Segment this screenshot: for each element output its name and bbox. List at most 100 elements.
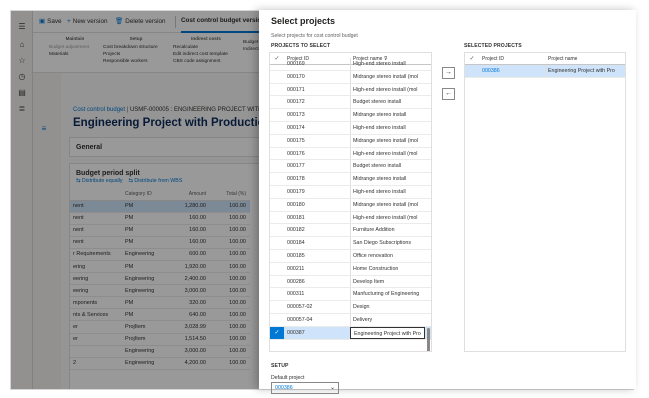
project-name-cell: High-end stereo install (mol xyxy=(353,150,418,157)
column-header-project-id[interactable]: Project ID xyxy=(479,53,545,64)
project-id-cell: 000180 xyxy=(287,201,305,208)
list-item[interactable]: 000173 Midrange stereo install xyxy=(270,109,431,122)
project-name-cell: Engineering Project with Pro xyxy=(548,68,615,74)
remove-selected-button[interactable]: ← xyxy=(442,88,455,100)
list-item[interactable]: 000179 High-end stereo install xyxy=(270,185,431,199)
project-name-cell: Midrange stereo install (mol xyxy=(353,73,419,80)
list-item[interactable]: 000057-02 Design xyxy=(270,301,431,314)
select-projects-dialog: Select projects Select projects for cost… xyxy=(259,10,636,394)
project-name-cell: Office renovation xyxy=(353,252,393,259)
list-item[interactable]: 000185 Office renovation xyxy=(270,249,431,263)
project-name-cell: High-end stereo install xyxy=(353,124,406,131)
row-checkbox[interactable] xyxy=(270,160,284,172)
list-item[interactable]: 000286 Develop Item xyxy=(270,275,431,289)
row-checkbox[interactable] xyxy=(270,301,284,313)
projects-to-select-header: PROJECTS TO SELECT xyxy=(271,43,331,49)
project-id-cell: 000386 xyxy=(482,68,500,74)
project-id-cell: 000181 xyxy=(287,214,305,221)
list-item[interactable]: 000184 San Diego Subscriptions xyxy=(270,237,431,250)
list-item[interactable]: 000174 High-end stereo install xyxy=(270,121,431,135)
project-id-cell: 000057-02 xyxy=(287,304,313,311)
project-id-cell: 000172 xyxy=(287,99,305,106)
row-checkbox[interactable] xyxy=(270,276,284,288)
list-item[interactable]: 000175 Midrange stereo install (mol xyxy=(270,134,431,148)
project-id-cell: 000184 xyxy=(287,240,305,247)
row-checkbox[interactable] xyxy=(270,212,284,224)
projects-to-select-rows: 000169 High-end stereo install 000170 Midra… xyxy=(270,58,431,340)
row-checkbox[interactable] xyxy=(270,288,284,300)
project-name-cell: Midrange stereo install xyxy=(353,112,407,119)
project-name-cell: Manfucturing of Engineering xyxy=(353,291,420,298)
dialog-subtitle: Select projects for cost control budget xyxy=(271,33,358,39)
project-name-cell: Engineering Project with Pro xyxy=(350,326,425,339)
add-selected-button[interactable]: → xyxy=(442,67,455,79)
project-name-cell: Furniture Addition xyxy=(353,227,395,234)
project-id-cell: 000176 xyxy=(287,150,305,157)
project-name-cell: Midrange stereo install xyxy=(353,176,407,183)
project-id-cell: 000177 xyxy=(287,163,305,170)
list-item[interactable]: 000211 Home Construction xyxy=(270,262,431,276)
list-item[interactable]: 000311 Manfucturing of Engineering xyxy=(270,288,431,302)
row-checkbox[interactable] xyxy=(270,224,284,236)
list-item[interactable]: 000182 Furniture Addition xyxy=(270,224,431,238)
project-id-cell: 000211 xyxy=(287,265,305,272)
list-item[interactable]: 000170 Midrange stereo install (mol xyxy=(270,70,431,84)
project-id-cell: 000387 xyxy=(287,329,305,336)
chevron-down-icon: ⌄ xyxy=(329,385,335,391)
row-checkbox[interactable] xyxy=(465,65,479,77)
row-checkbox[interactable] xyxy=(270,263,284,275)
row-checkbox[interactable] xyxy=(270,148,284,160)
list-item[interactable]: 000057-04 Delivery xyxy=(270,313,431,327)
project-name-cell: Budget stereo install xyxy=(353,99,401,106)
dialog-title: Select projects xyxy=(271,16,336,26)
selected-projects-header: SELECTED PROJECTS xyxy=(464,43,522,49)
project-id-cell: 000182 xyxy=(287,227,305,234)
project-id-cell: 000178 xyxy=(287,176,305,183)
list-item[interactable]: 000169 High-end stereo install xyxy=(270,58,431,71)
list-item[interactable]: 000176 High-end stereo install (mol xyxy=(270,147,431,161)
row-checkbox[interactable] xyxy=(270,186,284,198)
project-name-cell: San Diego Subscriptions xyxy=(353,240,412,247)
list-item[interactable]: 000171 High-end stereo install (mol xyxy=(270,83,431,97)
default-project-select[interactable]: 000386 ⌄ xyxy=(271,382,339,394)
row-checkbox[interactable] xyxy=(270,109,284,121)
list-item[interactable]: 000181 High-end stereo install (mol xyxy=(270,211,431,225)
row-checkbox[interactable] xyxy=(270,135,284,147)
row-checkbox[interactable] xyxy=(270,96,284,108)
list-item[interactable]: 000172 Budget stereo install xyxy=(270,96,431,110)
row-checkbox[interactable] xyxy=(270,314,284,326)
scrollbar-thumb[interactable] xyxy=(427,328,430,351)
list-item[interactable]: ✓ 000387 Engineering Project with Pro xyxy=(270,326,431,340)
project-name-cell: High-end stereo install xyxy=(353,61,406,67)
project-name-cell: High-end stereo install (mol xyxy=(353,86,418,93)
project-name-cell: Design xyxy=(353,304,370,311)
project-id-cell: 000311 xyxy=(287,291,305,298)
list-item[interactable]: 000180 Midrange stereo install (mol xyxy=(270,198,431,212)
list-item[interactable]: 000177 Budget stereo install xyxy=(270,160,431,174)
project-id-cell: 000185 xyxy=(287,252,305,259)
project-id-cell: 000170 xyxy=(287,73,305,80)
setup-header: SETUP xyxy=(271,363,289,369)
row-checkbox[interactable] xyxy=(270,199,284,211)
project-name-cell: Develop Item xyxy=(353,278,385,285)
list-item[interactable]: 000386 Engineering Project with Pro xyxy=(465,65,625,78)
projects-to-select-grid: ✓ Project ID Project name ⊽ 000169 High-e… xyxy=(269,52,432,352)
project-name-cell: Midrange stereo install (mol xyxy=(353,137,419,144)
row-checkbox[interactable] xyxy=(270,237,284,249)
list-item[interactable]: 000178 Midrange stereo install xyxy=(270,173,431,186)
column-header-project-name[interactable]: Project name xyxy=(545,53,625,64)
row-checkbox[interactable] xyxy=(270,250,284,262)
project-name-cell: Home Construction xyxy=(353,265,399,272)
row-checkbox[interactable] xyxy=(270,122,284,134)
grid-header-row: ✓ Project ID Project name xyxy=(465,53,625,65)
row-checkbox[interactable]: ✓ xyxy=(270,326,284,339)
select-all-checkbox[interactable]: ✓ xyxy=(465,53,479,64)
project-name-cell: Budget stereo install xyxy=(353,163,401,170)
project-id-cell: 000175 xyxy=(287,137,305,144)
row-checkbox[interactable] xyxy=(270,58,284,70)
row-checkbox[interactable] xyxy=(270,173,284,185)
row-checkbox[interactable] xyxy=(270,84,284,96)
project-name-cell: High-end stereo install xyxy=(353,188,406,195)
row-checkbox[interactable] xyxy=(270,71,284,83)
project-id-cell: 000179 xyxy=(287,188,305,195)
